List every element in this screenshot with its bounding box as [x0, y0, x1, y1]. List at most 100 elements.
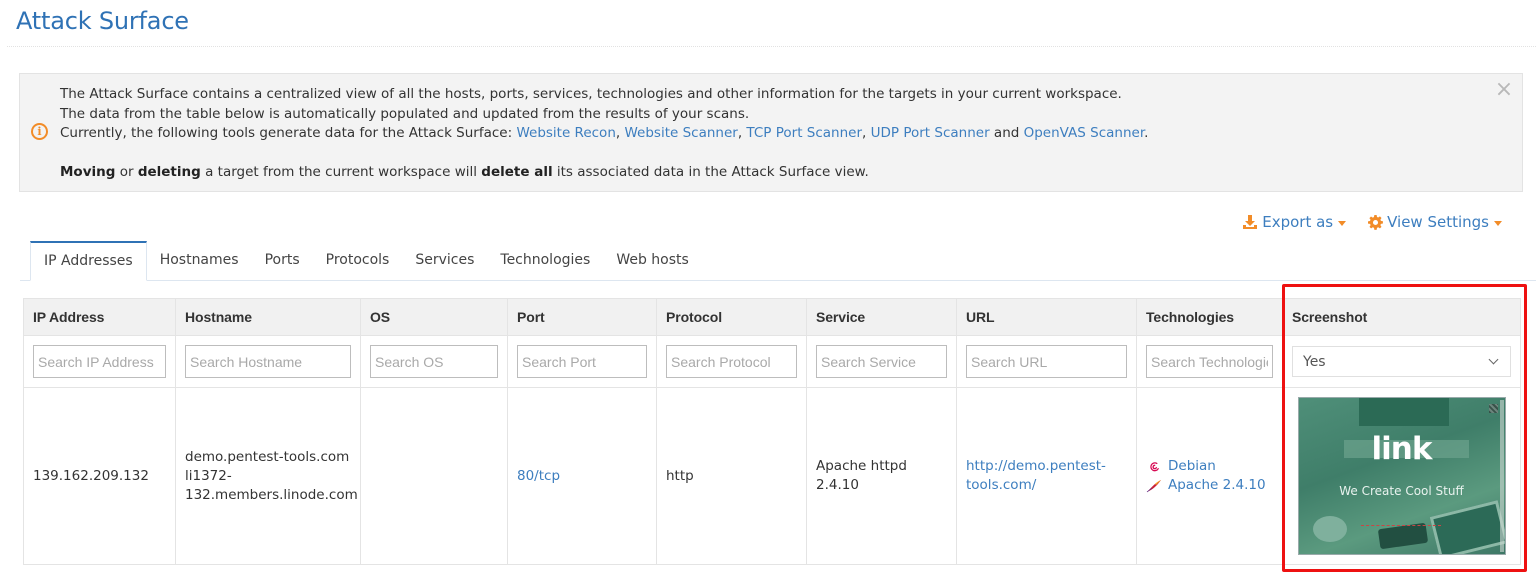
- thumbnail-brand-text: link: [1371, 431, 1433, 467]
- filter-cell: [806, 335, 957, 388]
- export-as-label: Export as: [1262, 213, 1334, 231]
- hostname-line: 132.members.linode.com: [185, 486, 358, 503]
- col-header-screenshot[interactable]: Screenshot: [1282, 298, 1521, 336]
- tab-ip-addresses[interactable]: IP Addresses: [30, 241, 147, 281]
- search-ip-address-input[interactable]: [33, 345, 166, 378]
- title-divider: [7, 46, 1536, 47]
- thumbnail-laptop-shape: [1358, 398, 1449, 426]
- filter-cell: [956, 335, 1137, 388]
- caret-down-icon: [1338, 220, 1347, 226]
- hostname-line: li1372-: [185, 467, 232, 484]
- warning-delete-all: delete all: [481, 164, 553, 180]
- table-row: 139.162.209.132 demo.pentest-tools.com l…: [23, 387, 1521, 565]
- tab-hostnames[interactable]: Hostnames: [147, 241, 252, 280]
- alert-line-2: The data from the table below is automat…: [60, 105, 750, 122]
- search-port-input[interactable]: [517, 345, 647, 378]
- warning-mid: a target from the current workspace will: [200, 164, 482, 180]
- close-icon[interactable]: ×: [1494, 79, 1514, 101]
- separator: ,: [862, 125, 871, 141]
- view-settings-button[interactable]: View Settings: [1368, 213, 1502, 231]
- search-service-input[interactable]: [816, 345, 947, 378]
- warning-moving: Moving: [60, 164, 116, 180]
- col-header-url[interactable]: URL: [956, 298, 1137, 336]
- cell-ip-address: 139.162.209.132: [23, 387, 176, 565]
- tab-ports[interactable]: Ports: [252, 241, 313, 280]
- chevron-down-icon: [1488, 354, 1499, 365]
- tab-web-hosts[interactable]: Web hosts: [603, 241, 702, 280]
- tab-bar: IP Addresses Hostnames Ports Protocols S…: [20, 241, 1536, 281]
- tab-services[interactable]: Services: [402, 241, 487, 280]
- filter-row: Yes: [23, 335, 1521, 388]
- search-hostname-input[interactable]: [185, 345, 351, 378]
- tech-link-apache[interactable]: Apache 2.4.10: [1168, 476, 1266, 495]
- col-header-ip-address[interactable]: IP Address: [23, 298, 176, 336]
- cell-url: http://demo.pentest-tools.com/: [956, 387, 1137, 565]
- cell-hostname: demo.pentest-tools.com li1372- 132.membe…: [175, 387, 361, 565]
- search-protocol-input[interactable]: [666, 345, 797, 378]
- url-line: http://demo.pentest-: [966, 458, 1106, 474]
- apache-feather-icon: [1146, 479, 1162, 493]
- screenshot-thumbnail[interactable]: link We Create Cool Stuff: [1297, 397, 1506, 555]
- debian-swirl-icon: [1146, 460, 1162, 474]
- and-text: and: [989, 125, 1024, 141]
- thumbnail-scrollbar: [1499, 400, 1504, 552]
- page-title: Attack Surface: [16, 7, 189, 35]
- col-header-os[interactable]: OS: [360, 298, 508, 336]
- warning-or: or: [115, 164, 138, 180]
- url-line: tools.com/: [966, 477, 1037, 493]
- filter-cell: [175, 335, 361, 388]
- filter-cell: Yes: [1282, 335, 1521, 388]
- view-settings-label: View Settings: [1387, 213, 1489, 231]
- cell-service: Apache httpd 2.4.10: [806, 387, 957, 565]
- link-udp-port-scanner[interactable]: UDP Port Scanner: [871, 125, 990, 141]
- screenshot-filter-select[interactable]: Yes: [1292, 346, 1511, 377]
- alert-line-3: Currently, the following tools generate …: [60, 124, 1480, 144]
- cell-os: [360, 387, 508, 565]
- alert-spacer: [60, 144, 1480, 164]
- search-technologies-input[interactable]: [1146, 345, 1273, 378]
- info-alert: i The Attack Surface contains a centrali…: [19, 73, 1523, 192]
- filter-cell: [360, 335, 508, 388]
- col-header-protocol[interactable]: Protocol: [656, 298, 807, 336]
- thumbnail-phone-shape: [1377, 522, 1428, 550]
- port-link[interactable]: 80/tcp: [517, 468, 560, 484]
- alert-tools-prefix: Currently, the following tools generate …: [60, 125, 517, 141]
- col-header-hostname[interactable]: Hostname: [175, 298, 361, 336]
- cell-technologies: Debian Apache 2.4.10: [1136, 387, 1283, 565]
- filter-cell: [1136, 335, 1283, 388]
- warning-end: its associated data in the Attack Surfac…: [552, 164, 869, 180]
- link-website-recon[interactable]: Website Recon: [516, 125, 615, 141]
- thumbnail-qr-icon: [1488, 404, 1498, 413]
- caret-down-icon: [1494, 220, 1502, 226]
- warning-deleting: deleting: [137, 164, 201, 180]
- col-header-service[interactable]: Service: [806, 298, 957, 336]
- thumbnail-tablet-shape: [1429, 500, 1505, 554]
- col-header-port[interactable]: Port: [507, 298, 657, 336]
- link-openvas-scanner[interactable]: OpenVAS Scanner: [1024, 125, 1145, 141]
- tab-protocols[interactable]: Protocols: [313, 241, 403, 280]
- link-tcp-port-scanner[interactable]: TCP Port Scanner: [746, 125, 862, 141]
- attack-surface-table: IP Address Hostname OS Port Protocol Ser…: [23, 298, 1521, 565]
- cell-port: 80/tcp: [507, 387, 657, 565]
- search-os-input[interactable]: [370, 345, 498, 378]
- link-website-scanner[interactable]: Website Scanner: [624, 125, 737, 141]
- hostname-line: demo.pentest-tools.com: [185, 448, 350, 465]
- tab-technologies[interactable]: Technologies: [487, 241, 603, 280]
- alert-text: The Attack Surface contains a centralize…: [60, 85, 1480, 183]
- thumbnail-tagline-text: We Create Cool Stuff: [1339, 484, 1464, 498]
- tech-item-debian: Debian: [1146, 457, 1273, 476]
- tech-link-debian[interactable]: Debian: [1168, 457, 1216, 476]
- filter-cell: [23, 335, 176, 388]
- gear-icon: [1368, 214, 1384, 230]
- period: .: [1144, 125, 1149, 141]
- export-as-button[interactable]: Export as: [1242, 213, 1347, 231]
- url-link[interactable]: http://demo.pentest-tools.com/: [966, 458, 1106, 493]
- search-url-input[interactable]: [966, 345, 1127, 378]
- thumbnail-cup-shape: [1312, 516, 1347, 542]
- download-icon: [1242, 214, 1258, 230]
- alert-warning: Moving or deleting a target from the cur…: [60, 163, 1480, 183]
- header-row: IP Address Hostname OS Port Protocol Ser…: [23, 298, 1521, 336]
- col-header-technologies[interactable]: Technologies: [1136, 298, 1283, 336]
- alert-line-1: The Attack Surface contains a centralize…: [60, 86, 1122, 102]
- info-circle-icon: i: [31, 123, 48, 140]
